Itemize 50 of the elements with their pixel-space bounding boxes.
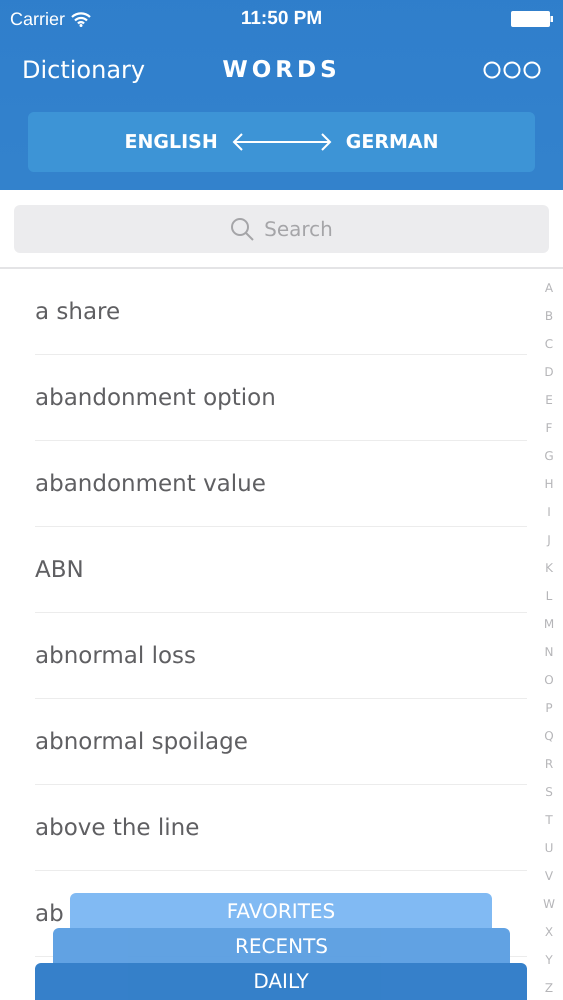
index-letter[interactable]: S	[545, 785, 553, 813]
more-icon[interactable]	[483, 61, 542, 79]
word-entry[interactable]: abandonment value	[35, 470, 266, 496]
clock-time: 11:50 PM	[240, 8, 322, 30]
index-letter[interactable]: R	[544, 757, 554, 785]
word-entry[interactable]: ABN	[35, 556, 84, 582]
index-letter[interactable]: O	[544, 673, 554, 701]
language-pair-bar[interactable]: ENGLISH GERMAN	[28, 112, 535, 172]
double-arrow-icon	[232, 132, 332, 152]
drawer-tab[interactable]: RECENTS	[53, 928, 510, 963]
search-icon	[230, 217, 254, 241]
index-letter[interactable]: C	[544, 337, 554, 365]
index-letter[interactable]: D	[544, 365, 554, 393]
index-letter[interactable]: W	[543, 897, 555, 925]
word-entry[interactable]: abnormal loss	[35, 642, 196, 668]
word-entry[interactable]: above the line	[35, 814, 200, 840]
index-letter[interactable]: Z	[544, 981, 554, 1000]
index-letter[interactable]: G	[544, 449, 554, 477]
index-letter[interactable]: B	[544, 309, 554, 337]
index-letter[interactable]: M	[544, 617, 554, 645]
index-letter[interactable]: L	[546, 589, 552, 617]
index-letter[interactable]: V	[544, 869, 554, 897]
screen-title: WORDS	[222, 57, 341, 83]
target-language: GERMAN	[346, 131, 438, 153]
index-letter[interactable]: J	[547, 533, 551, 561]
wifi-icon	[71, 12, 92, 26]
index-letter[interactable]: A	[544, 281, 554, 309]
search-field[interactable]: Search	[14, 205, 549, 253]
battery-icon	[511, 11, 554, 27]
index-letter[interactable]: H	[544, 477, 554, 505]
index-letter[interactable]: N	[544, 645, 554, 673]
index-letter[interactable]: Q	[544, 729, 554, 757]
drawer-tab[interactable]: DAILY	[35, 963, 527, 1000]
index-letter[interactable]: U	[544, 841, 554, 869]
index-letter[interactable]: Y	[545, 953, 553, 981]
index-letter[interactable]: K	[545, 561, 553, 589]
index-letter[interactable]: X	[544, 925, 554, 953]
index-letter[interactable]: E	[545, 393, 553, 421]
word-entry[interactable]: ab	[35, 900, 64, 926]
word-entry[interactable]: a share	[35, 298, 120, 324]
carrier-label: Carrier	[10, 8, 66, 30]
drawer-tab[interactable]: FAVORITES	[70, 893, 492, 928]
index-letter[interactable]: P	[545, 701, 553, 729]
index-letter[interactable]: I	[547, 505, 551, 533]
back-link[interactable]: Dictionary	[22, 56, 222, 84]
source-language: ENGLISH	[124, 131, 218, 153]
word-entry[interactable]: abandonment option	[35, 384, 276, 410]
word-entry[interactable]: abnormal spoilage	[35, 728, 248, 754]
index-letter[interactable]: T	[545, 813, 553, 841]
index-letter[interactable]: F	[546, 421, 552, 449]
